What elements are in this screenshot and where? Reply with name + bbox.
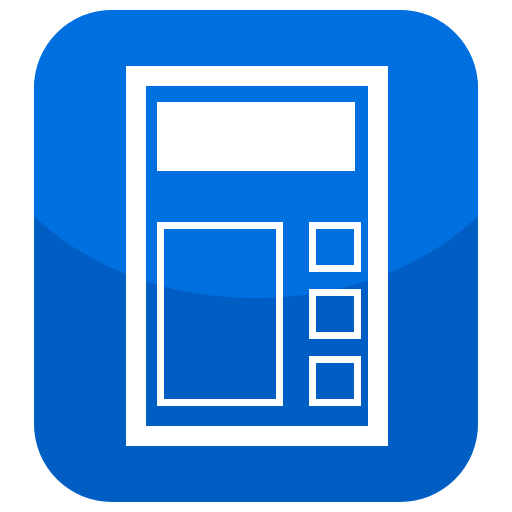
app-icon[interactable]	[0, 0, 512, 512]
calculator-display	[157, 102, 355, 171]
calculator-icon	[34, 10, 478, 502]
